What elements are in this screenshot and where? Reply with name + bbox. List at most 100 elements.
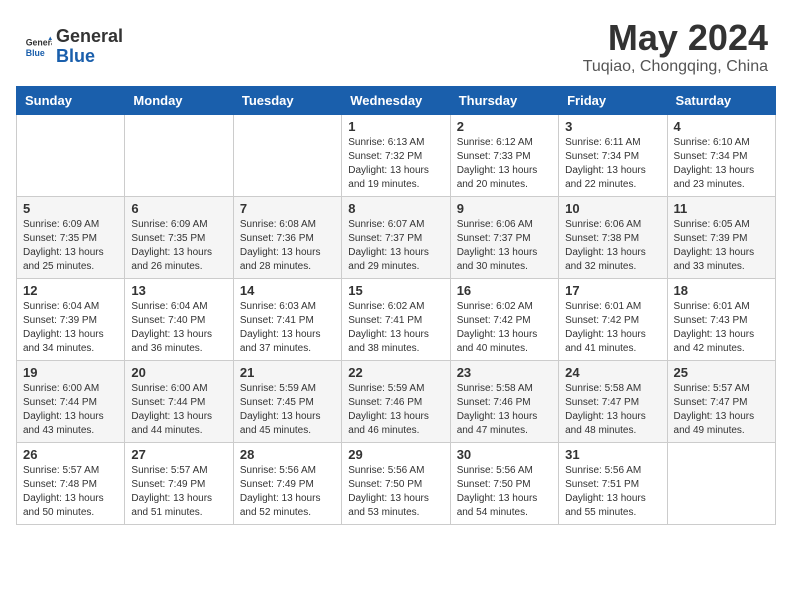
day-info: Sunrise: 5:59 AM Sunset: 7:46 PM Dayligh…: [348, 382, 443, 438]
calendar-cell: 1Sunrise: 6:13 AM Sunset: 7:32 PM Daylig…: [342, 114, 450, 196]
calendar-cell: 11 Sunrise: 6:05 AM Sunset: 7:39 PM Dayli…: [667, 196, 775, 278]
calendar-header-thursday: Thursday: [450, 86, 558, 114]
logo-text: GeneralBlue: [56, 27, 123, 67]
calendar-cell: 26Sunrise: 5:57 AM Sunset: 7:48 PM Dayli…: [17, 442, 125, 524]
calendar-cell: 22Sunrise: 5:59 AM Sunset: 7:46 PM Dayli…: [342, 360, 450, 442]
day-number: 18: [674, 283, 769, 298]
day-info: Sunrise: 6:02 AM Sunset: 7:42 PM Dayligh…: [457, 300, 552, 356]
day-info: Sunrise: 5:57 AM Sunset: 7:49 PM Dayligh…: [131, 464, 226, 520]
calendar-cell: 9 Sunrise: 6:06 AM Sunset: 7:37 PM Daylig…: [450, 196, 558, 278]
calendar-cell: 5 Sunrise: 6:09 AM Sunset: 7:35 PM Daylig…: [17, 196, 125, 278]
day-info: Sunrise: 5:57 AM Sunset: 7:47 PM Dayligh…: [674, 382, 769, 438]
calendar-cell: [125, 114, 233, 196]
title-block: May 2024 Tuqiao, Chongqing, China: [583, 18, 768, 76]
page-header: General Blue GeneralBlue May 2024 Tuqiao…: [0, 0, 792, 86]
day-info: Sunrise: 6:09 AM Sunset: 7:35 PM Dayligh…: [23, 218, 118, 274]
day-info: Sunrise: 6:03 AM Sunset: 7:41 PM Dayligh…: [240, 300, 335, 356]
day-number: 17: [565, 283, 660, 298]
calendar-header-saturday: Saturday: [667, 86, 775, 114]
day-info: Sunrise: 6:07 AM Sunset: 7:37 PM Dayligh…: [348, 218, 443, 274]
day-info: Sunrise: 5:56 AM Sunset: 7:50 PM Dayligh…: [457, 464, 552, 520]
day-info: Sunrise: 5:58 AM Sunset: 7:46 PM Dayligh…: [457, 382, 552, 438]
day-number: 11: [674, 201, 769, 216]
day-info: Sunrise: 6:06 AM Sunset: 7:38 PM Dayligh…: [565, 218, 660, 274]
calendar-cell: 15 Sunrise: 6:02 AM Sunset: 7:41 PM Dayli…: [342, 278, 450, 360]
day-info: Sunrise: 6:12 AM Sunset: 7:33 PM Dayligh…: [457, 136, 552, 192]
calendar-cell: 7 Sunrise: 6:08 AM Sunset: 7:36 PM Daylig…: [233, 196, 341, 278]
day-number: 23: [457, 365, 552, 380]
day-info: Sunrise: 6:06 AM Sunset: 7:37 PM Dayligh…: [457, 218, 552, 274]
calendar-week-row: 26Sunrise: 5:57 AM Sunset: 7:48 PM Dayli…: [17, 442, 776, 524]
day-info: Sunrise: 5:56 AM Sunset: 7:49 PM Dayligh…: [240, 464, 335, 520]
calendar-cell: 30Sunrise: 5:56 AM Sunset: 7:50 PM Dayli…: [450, 442, 558, 524]
calendar-header-tuesday: Tuesday: [233, 86, 341, 114]
calendar-cell: 27 Sunrise: 5:57 AM Sunset: 7:49 PM Dayli…: [125, 442, 233, 524]
day-info: Sunrise: 6:00 AM Sunset: 7:44 PM Dayligh…: [131, 382, 226, 438]
day-info: Sunrise: 6:02 AM Sunset: 7:41 PM Dayligh…: [348, 300, 443, 356]
day-number: 4: [674, 119, 769, 134]
day-info: Sunrise: 5:59 AM Sunset: 7:45 PM Dayligh…: [240, 382, 335, 438]
day-number: 6: [131, 201, 226, 216]
day-info: Sunrise: 6:08 AM Sunset: 7:36 PM Dayligh…: [240, 218, 335, 274]
calendar-cell: [667, 442, 775, 524]
calendar-cell: 2 Sunrise: 6:12 AM Sunset: 7:33 PM Daylig…: [450, 114, 558, 196]
calendar-cell: 19 Sunrise: 6:00 AM Sunset: 7:44 PM Dayli…: [17, 360, 125, 442]
day-number: 8: [348, 201, 443, 216]
day-info: Sunrise: 6:04 AM Sunset: 7:39 PM Dayligh…: [23, 300, 118, 356]
day-number: 27: [131, 447, 226, 462]
day-info: Sunrise: 5:56 AM Sunset: 7:50 PM Dayligh…: [348, 464, 443, 520]
calendar-cell: 8 Sunrise: 6:07 AM Sunset: 7:37 PM Daylig…: [342, 196, 450, 278]
calendar-cell: 6 Sunrise: 6:09 AM Sunset: 7:35 PM Daylig…: [125, 196, 233, 278]
calendar-header-row: SundayMondayTuesdayWednesdayThursdayFrid…: [17, 86, 776, 114]
day-info: Sunrise: 5:58 AM Sunset: 7:47 PM Dayligh…: [565, 382, 660, 438]
month-title: May 2024: [583, 18, 768, 58]
calendar-cell: 24 Sunrise: 5:58 AM Sunset: 7:47 PM Dayli…: [559, 360, 667, 442]
calendar-cell: 31Sunrise: 5:56 AM Sunset: 7:51 PM Dayli…: [559, 442, 667, 524]
day-number: 29: [348, 447, 443, 462]
day-info: Sunrise: 6:09 AM Sunset: 7:35 PM Dayligh…: [131, 218, 226, 274]
day-number: 2: [457, 119, 552, 134]
day-number: 7: [240, 201, 335, 216]
day-number: 5: [23, 201, 118, 216]
day-number: 24: [565, 365, 660, 380]
calendar-week-row: 19 Sunrise: 6:00 AM Sunset: 7:44 PM Dayli…: [17, 360, 776, 442]
day-number: 3: [565, 119, 660, 134]
day-number: 9: [457, 201, 552, 216]
day-number: 13: [131, 283, 226, 298]
day-info: Sunrise: 6:04 AM Sunset: 7:40 PM Dayligh…: [131, 300, 226, 356]
day-info: Sunrise: 5:57 AM Sunset: 7:48 PM Dayligh…: [23, 464, 118, 520]
calendar-table: SundayMondayTuesdayWednesdayThursdayFrid…: [16, 86, 776, 525]
day-number: 19: [23, 365, 118, 380]
calendar-week-row: 5 Sunrise: 6:09 AM Sunset: 7:35 PM Daylig…: [17, 196, 776, 278]
calendar-cell: 12 Sunrise: 6:04 AM Sunset: 7:39 PM Dayli…: [17, 278, 125, 360]
calendar-cell: 18Sunrise: 6:01 AM Sunset: 7:43 PM Dayli…: [667, 278, 775, 360]
calendar-week-row: 1Sunrise: 6:13 AM Sunset: 7:32 PM Daylig…: [17, 114, 776, 196]
calendar-cell: 28Sunrise: 5:56 AM Sunset: 7:49 PM Dayli…: [233, 442, 341, 524]
logo-icon: General Blue: [24, 33, 52, 61]
calendar-cell: [17, 114, 125, 196]
day-number: 12: [23, 283, 118, 298]
calendar-cell: 23 Sunrise: 5:58 AM Sunset: 7:46 PM Dayli…: [450, 360, 558, 442]
day-number: 31: [565, 447, 660, 462]
calendar-cell: 3Sunrise: 6:11 AM Sunset: 7:34 PM Daylig…: [559, 114, 667, 196]
calendar-cell: 29 Sunrise: 5:56 AM Sunset: 7:50 PM Dayli…: [342, 442, 450, 524]
calendar-cell: 21 Sunrise: 5:59 AM Sunset: 7:45 PM Dayli…: [233, 360, 341, 442]
logo: General Blue GeneralBlue: [24, 27, 123, 67]
day-info: Sunrise: 6:00 AM Sunset: 7:44 PM Dayligh…: [23, 382, 118, 438]
calendar-cell: 10Sunrise: 6:06 AM Sunset: 7:38 PM Dayli…: [559, 196, 667, 278]
location-title: Tuqiao, Chongqing, China: [583, 58, 768, 76]
day-info: Sunrise: 6:05 AM Sunset: 7:39 PM Dayligh…: [674, 218, 769, 274]
calendar-cell: 4Sunrise: 6:10 AM Sunset: 7:34 PM Daylig…: [667, 114, 775, 196]
day-number: 21: [240, 365, 335, 380]
calendar-cell: [233, 114, 341, 196]
day-number: 25: [674, 365, 769, 380]
calendar-header-friday: Friday: [559, 86, 667, 114]
day-number: 15: [348, 283, 443, 298]
calendar-header-wednesday: Wednesday: [342, 86, 450, 114]
calendar-header-monday: Monday: [125, 86, 233, 114]
day-info: Sunrise: 6:13 AM Sunset: 7:32 PM Dayligh…: [348, 136, 443, 192]
svg-text:General: General: [26, 37, 52, 47]
svg-text:Blue: Blue: [26, 48, 45, 58]
calendar-week-row: 12 Sunrise: 6:04 AM Sunset: 7:39 PM Dayli…: [17, 278, 776, 360]
calendar-cell: 20Sunrise: 6:00 AM Sunset: 7:44 PM Dayli…: [125, 360, 233, 442]
